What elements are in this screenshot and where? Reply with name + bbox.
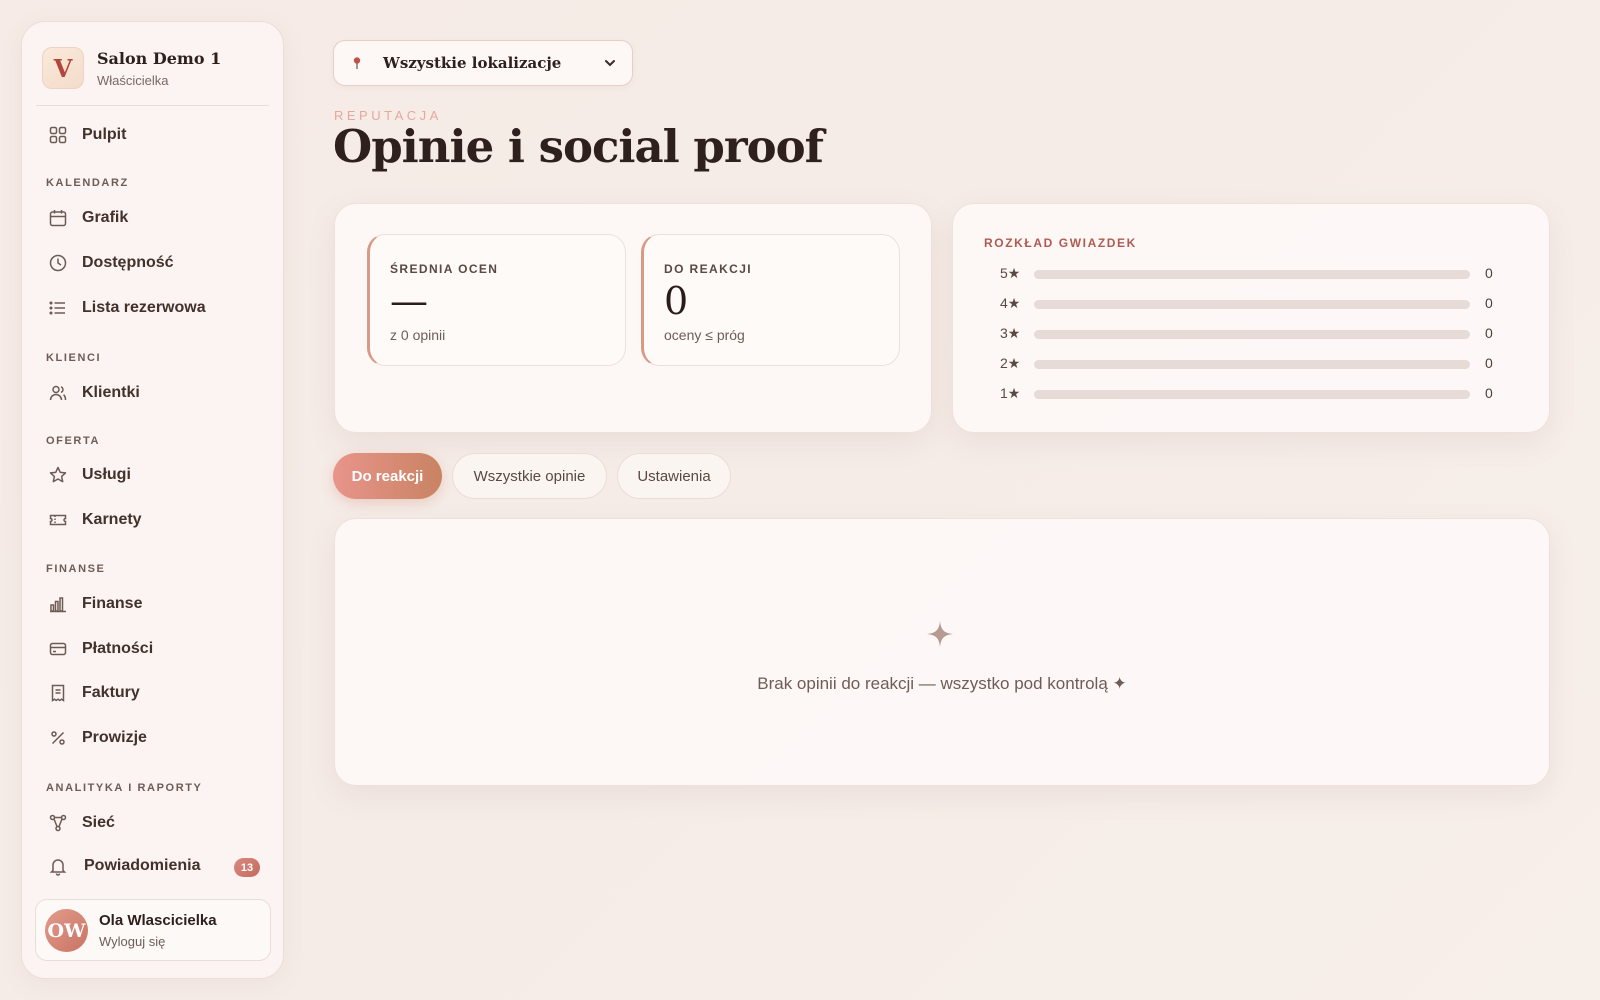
- sidebar-item-prowizje[interactable]: Prowizje: [48, 726, 147, 750]
- sparkle-icon: [925, 619, 955, 649]
- sidebar-item-powiadomienia[interactable]: Powiadomienia: [48, 854, 200, 878]
- distribution-count: 0: [1485, 355, 1493, 371]
- distribution-track: [1034, 270, 1470, 279]
- distribution-stars: 2★: [1000, 355, 1021, 371]
- user-card[interactable]: OW Ola Wlascicielka Wyloguj się: [35, 899, 271, 961]
- brand[interactable]: V Salon Demo 1 Właścicielka: [42, 47, 221, 89]
- distribution-title: ROZKŁAD GWIAZDEK: [984, 236, 1137, 250]
- section-klienci: KLIENCI: [46, 352, 102, 364]
- distribution-count: 0: [1485, 295, 1493, 311]
- users-icon: [48, 383, 68, 403]
- bell-icon: [48, 856, 68, 876]
- star-icon: [48, 465, 68, 485]
- sidebar-item-pulpit[interactable]: Pulpit: [48, 123, 126, 147]
- stat-label: ŚREDNIA OCEN: [390, 262, 499, 276]
- stat-to-react: DO REAKCJI 0 oceny ≤ próg: [641, 234, 900, 366]
- sidebar-item-label: Faktury: [82, 684, 140, 701]
- stat-average-rating: ŚREDNIA OCEN — z 0 opinii: [367, 234, 626, 366]
- sidebar-item-label: Grafik: [82, 209, 129, 226]
- distribution-track: [1034, 300, 1470, 309]
- star-distribution-card: ROZKŁAD GWIAZDEK 5★ 0 4★ 0 3★ 0 2★ 0 1★ …: [952, 203, 1550, 433]
- empty-state-text: Brak opinii do reakcji — wszystko pod ko…: [757, 674, 1127, 693]
- stat-value: 0: [664, 279, 689, 323]
- sidebar-item-label: Sieć: [82, 814, 115, 831]
- network-icon: [48, 813, 68, 833]
- tab-do-reakcji[interactable]: Do reakcji: [333, 453, 442, 499]
- sidebar-item-label: Finanse: [82, 595, 143, 612]
- calendar-icon: [48, 208, 68, 228]
- location-select[interactable]: Wszystkie lokalizacje: [333, 40, 633, 86]
- grid-icon: [48, 125, 68, 145]
- list-icon: [48, 298, 68, 318]
- sidebar-item-label: Dostępność: [82, 254, 174, 271]
- sidebar-item-dostepnosc[interactable]: Dostępność: [48, 251, 174, 275]
- receipt-icon: [48, 683, 68, 703]
- sidebar-item-label: Usługi: [82, 466, 131, 483]
- sidebar-item-label: Klientki: [82, 384, 140, 401]
- sidebar-item-platnosci[interactable]: Płatności: [48, 637, 153, 661]
- distribution-count: 0: [1485, 265, 1493, 281]
- map-pin-icon: [349, 55, 365, 71]
- sidebar-item-uslugi[interactable]: Usługi: [48, 463, 131, 487]
- tab-ustawienia[interactable]: Ustawienia: [617, 453, 731, 499]
- sidebar-item-faktury[interactable]: Faktury: [48, 681, 140, 705]
- distribution-stars: 4★: [1000, 295, 1021, 311]
- avatar: OW: [45, 909, 88, 952]
- sidebar-item-label: Płatności: [82, 640, 154, 657]
- sidebar-item-karnety[interactable]: Karnety: [48, 508, 142, 532]
- distribution-row: 2★ 0: [1000, 355, 1500, 371]
- bar-chart-icon: [48, 594, 68, 614]
- sidebar-item-klientki[interactable]: Klientki: [48, 381, 140, 405]
- distribution-row: 4★ 0: [1000, 295, 1500, 311]
- notification-badge: 13: [234, 858, 260, 877]
- chevron-down-icon: [603, 56, 617, 70]
- brand-logo: V: [42, 47, 84, 89]
- distribution-count: 0: [1485, 385, 1493, 401]
- sidebar-item-label: Karnety: [82, 511, 142, 528]
- distribution-track: [1034, 330, 1470, 339]
- distribution-row: 3★ 0: [1000, 325, 1500, 341]
- stat-value: —: [390, 279, 428, 323]
- sidebar-item-finanse[interactable]: Finanse: [48, 592, 142, 616]
- sidebar-item-label: Prowizje: [82, 729, 147, 746]
- sidebar-item-label: Pulpit: [82, 126, 127, 143]
- user-name: Ola Wlascicielka: [99, 912, 217, 929]
- ticket-icon: [48, 510, 68, 530]
- stat-sub: z 0 opinii: [390, 327, 446, 343]
- reviews-panel: Brak opinii do reakcji — wszystko pod ko…: [334, 518, 1550, 786]
- salon-role: Właścicielka: [97, 72, 169, 88]
- distribution-row: 1★ 0: [1000, 385, 1500, 401]
- percent-icon: [48, 728, 68, 748]
- section-analityka: ANALITYKA I RAPORTY: [46, 782, 203, 794]
- distribution-stars: 5★: [1000, 265, 1021, 281]
- stats-card: ŚREDNIA OCEN — z 0 opinii DO REAKCJI 0 o…: [334, 203, 932, 433]
- sidebar-item-label: Powiadomienia: [84, 857, 201, 874]
- distribution-row: 5★ 0: [1000, 265, 1500, 281]
- divider: [36, 105, 269, 106]
- sidebar-item-lista-rezerwowa[interactable]: Lista rezerwowa: [48, 296, 206, 320]
- distribution-stars: 3★: [1000, 325, 1021, 341]
- logout-link[interactable]: Wyloguj się: [99, 934, 165, 949]
- distribution-track: [1034, 360, 1470, 369]
- salon-name: Salon Demo 1: [97, 48, 222, 68]
- sidebar: V Salon Demo 1 Właścicielka Pulpit KALEN…: [21, 21, 284, 979]
- credit-card-icon: [48, 639, 68, 659]
- sidebar-item-grafik[interactable]: Grafik: [48, 206, 128, 230]
- clock-icon: [48, 253, 68, 273]
- sidebar-item-label: Lista rezerwowa: [82, 299, 206, 316]
- distribution-track: [1034, 390, 1470, 399]
- stat-label: DO REAKCJI: [664, 262, 753, 276]
- stat-sub: oceny ≤ próg: [664, 327, 745, 343]
- location-select-value: Wszystkie lokalizacje: [383, 54, 562, 72]
- section-kalendarz: KALENDARZ: [46, 177, 129, 189]
- sidebar-item-siec[interactable]: Sieć: [48, 811, 115, 835]
- tab-wszystkie-opinie[interactable]: Wszystkie opinie: [452, 453, 607, 499]
- page-title: Opinie i social proof: [333, 120, 824, 173]
- distribution-count: 0: [1485, 325, 1493, 341]
- section-finanse: FINANSE: [46, 563, 106, 575]
- distribution-stars: 1★: [1000, 385, 1021, 401]
- section-oferta: OFERTA: [46, 435, 101, 447]
